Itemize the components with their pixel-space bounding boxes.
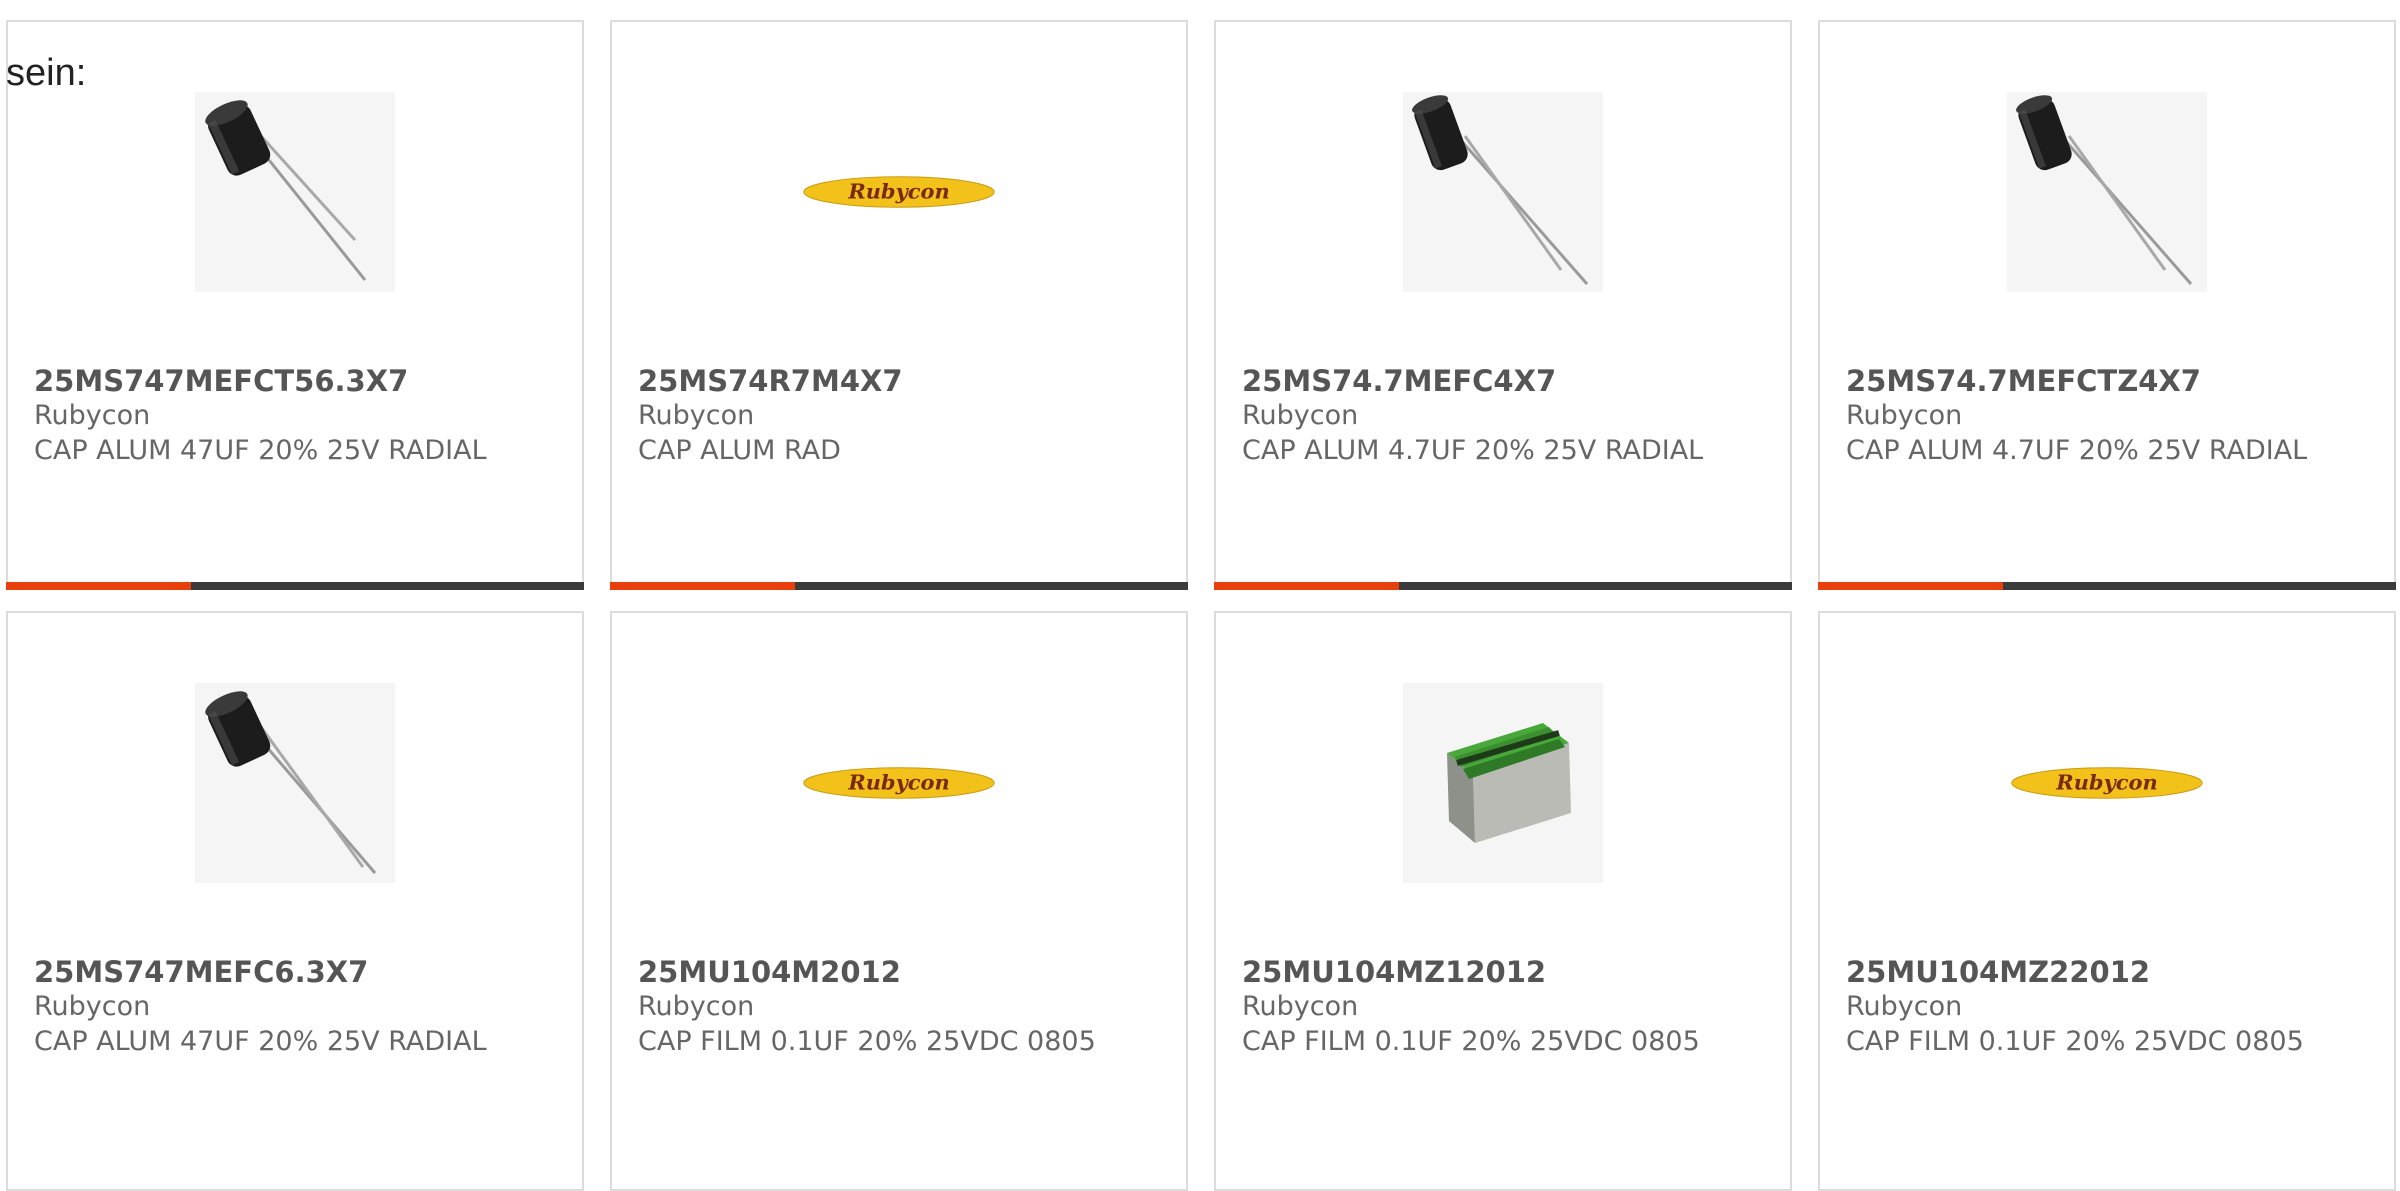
manufacturer: Rubycon	[1242, 991, 1359, 1022]
manufacturer: Rubycon	[638, 400, 755, 431]
rubycon-logo: Rubycon	[799, 92, 999, 292]
rubycon-logo: Rubycon	[799, 683, 999, 883]
manufacturer: Rubycon	[1242, 400, 1359, 431]
rubycon-logo: Rubycon	[2007, 683, 2207, 883]
description: CAP FILM 0.1UF 20% 25VDC 0805	[638, 1026, 1096, 1057]
manufacturer: Rubycon	[34, 400, 151, 431]
description: CAP ALUM 4.7UF 20% 25V RADIAL	[1846, 435, 2308, 466]
capacitor-image	[2007, 92, 2207, 292]
card-progress-bar	[1818, 582, 2396, 590]
description: CAP FILM 0.1UF 20% 25VDC 0805	[1242, 1026, 1700, 1057]
description: CAP ALUM RAD	[638, 435, 841, 466]
manufacturer: Rubycon	[34, 991, 151, 1022]
product-card[interactable]: Rubycon 25MU104M2012 Rubycon CAP FILM 0.…	[610, 611, 1188, 1191]
product-card[interactable]: Rubycon 25MS74R7M4X7 Rubycon CAP ALUM RA…	[610, 20, 1188, 590]
part-number: 25MS747MEFCT56.3X7	[34, 364, 409, 398]
progress-fill	[1818, 582, 2003, 590]
part-number: 25MU104MZ12012	[1242, 955, 1547, 989]
description: CAP FILM 0.1UF 20% 25VDC 0805	[1846, 1026, 2304, 1057]
part-number: 25MS74.7MEFCTZ4X7	[1846, 364, 2201, 398]
product-card[interactable]: 25MU104MZ12012 Rubycon CAP FILM 0.1UF 20…	[1214, 611, 1792, 1191]
capacitor-image	[195, 683, 395, 883]
product-card[interactable]: 25MS747MEFC6.3X7 Rubycon CAP ALUM 47UF 2…	[6, 611, 584, 1191]
capacitor-image	[195, 92, 395, 292]
rubycon-logo-icon: Rubycon	[803, 176, 995, 208]
product-card[interactable]: 25MS74.7MEFC4X7 Rubycon CAP ALUM 4.7UF 2…	[1214, 20, 1792, 590]
product-card[interactable]: 25MS74.7MEFCTZ4X7 Rubycon CAP ALUM 4.7UF…	[1818, 20, 2396, 590]
card-progress-bar	[610, 582, 1188, 590]
radial-capacitor-icon	[205, 691, 377, 874]
part-number: 25MS74R7M4X7	[638, 364, 903, 398]
description: CAP ALUM 47UF 20% 25V RADIAL	[34, 1026, 487, 1057]
rubycon-logo-icon: Rubycon	[803, 767, 995, 799]
progress-fill	[1214, 582, 1399, 590]
svg-text:Rubycon: Rubycon	[847, 179, 949, 204]
description: CAP ALUM 4.7UF 20% 25V RADIAL	[1242, 435, 1704, 466]
product-card[interactable]: Rubycon 25MU104MZ22012 Rubycon CAP FILM …	[1818, 611, 2396, 1191]
part-number: 25MS747MEFC6.3X7	[34, 955, 369, 989]
svg-text:Rubycon: Rubycon	[2055, 770, 2157, 795]
manufacturer: Rubycon	[638, 991, 755, 1022]
radial-capacitor-icon	[2016, 95, 2193, 285]
card-progress-bar	[1214, 582, 1792, 590]
progress-fill	[6, 582, 191, 590]
product-grid: 25MS747MEFCT56.3X7 Rubycon CAP ALUM 47UF…	[0, 0, 2400, 1191]
manufacturer: Rubycon	[1846, 400, 1963, 431]
radial-capacitor-icon	[1412, 95, 1589, 285]
progress-fill	[610, 582, 795, 590]
card-progress-bar	[6, 582, 584, 590]
part-number: 25MS74.7MEFC4X7	[1242, 364, 1557, 398]
capacitor-image	[1403, 683, 1603, 883]
smd-film-capacitor-icon	[1447, 723, 1571, 843]
capacitor-image	[1403, 92, 1603, 292]
manufacturer: Rubycon	[1846, 991, 1963, 1022]
lead-text: sein:	[6, 52, 87, 94]
part-number: 25MU104M2012	[638, 955, 901, 989]
svg-text:Rubycon: Rubycon	[847, 770, 949, 795]
radial-capacitor-icon	[205, 100, 367, 281]
product-card[interactable]: 25MS747MEFCT56.3X7 Rubycon CAP ALUM 47UF…	[6, 20, 584, 590]
part-number: 25MU104MZ22012	[1846, 955, 2151, 989]
rubycon-logo-icon: Rubycon	[2011, 767, 2203, 799]
description: CAP ALUM 47UF 20% 25V RADIAL	[34, 435, 487, 466]
